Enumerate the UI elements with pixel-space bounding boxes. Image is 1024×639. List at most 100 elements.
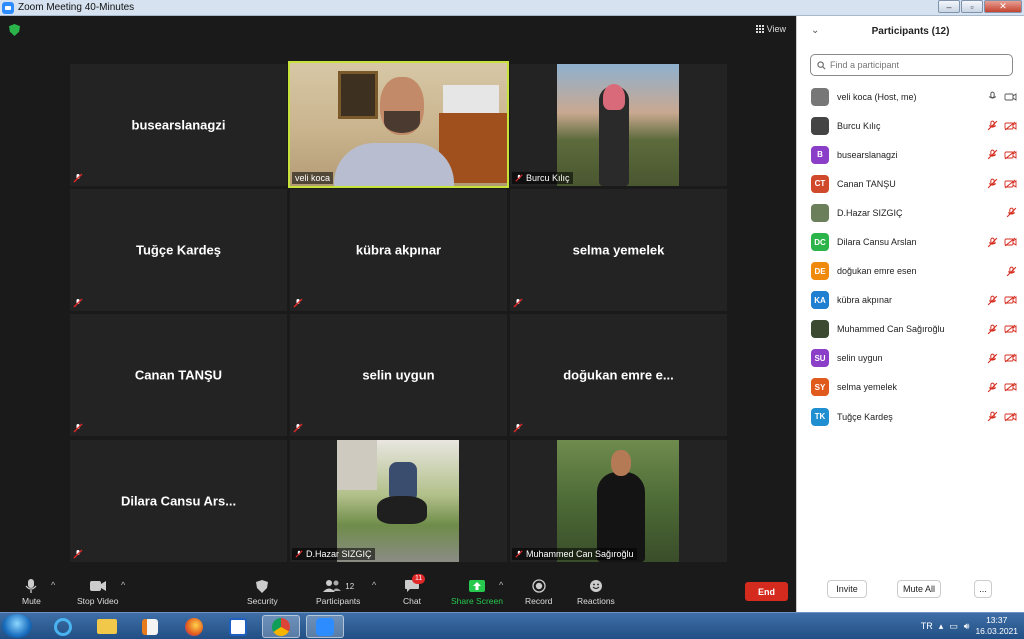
video-tile[interactable]: selin uygun [290, 314, 507, 436]
start-button-windows-icon[interactable] [2, 614, 32, 638]
video-tile[interactable]: Canan TANŞU [70, 314, 287, 436]
reactions-button[interactable]: Reactions [577, 576, 615, 606]
participants-panel: ⌄ Participants (12) veli koca (Host, me)… [796, 16, 1024, 612]
chat-button[interactable]: 11 Chat [403, 574, 426, 606]
end-meeting-button[interactable]: End [745, 582, 788, 601]
video-camera-icon[interactable] [1004, 92, 1017, 102]
participant-row[interactable]: SU selin uygun [797, 344, 1024, 373]
tile-label: veli koca [292, 172, 334, 184]
mic-muted-icon [73, 173, 83, 183]
video-tile[interactable]: selma yemelek [510, 189, 727, 311]
network-icon[interactable]: ▭ [949, 621, 958, 632]
video-off-icon[interactable] [1004, 382, 1017, 392]
stop-video-button[interactable]: Stop Video [77, 576, 118, 606]
share-screen-button[interactable]: Share Screen [451, 576, 503, 606]
video-tile[interactable]: Dilara Cansu Ars... [70, 440, 287, 562]
mic-muted-icon[interactable] [987, 178, 998, 189]
audio-options-caret-icon[interactable]: ^ [51, 580, 55, 590]
volume-icon[interactable]: 🔊︎ [964, 621, 970, 632]
share-options-caret-icon[interactable]: ^ [499, 580, 503, 590]
encryption-shield-icon[interactable] [9, 24, 20, 36]
taskbar-chrome-icon[interactable] [262, 615, 300, 638]
video-off-icon[interactable] [1004, 179, 1017, 189]
participants-button[interactable]: 12 Participants [316, 576, 360, 606]
mute-button[interactable]: Mute [22, 576, 41, 606]
participant-row[interactable]: KA kübra akpınar [797, 286, 1024, 315]
maximize-button[interactable]: ▫ [961, 0, 983, 13]
participant-search[interactable] [810, 54, 1013, 76]
mic-muted-icon[interactable] [987, 295, 998, 306]
view-button[interactable]: View [755, 24, 786, 34]
participants-count: 12 [345, 581, 355, 591]
video-off-icon[interactable] [1004, 295, 1017, 305]
mic-muted-icon[interactable] [987, 411, 998, 422]
participant-row[interactable]: DC Dilara Cansu Arslan [797, 227, 1024, 256]
video-off-icon[interactable] [1004, 237, 1017, 247]
participant-list: veli koca (Host, me) Burcu Kılıç Bbusearsl… [797, 82, 1024, 431]
avatar [811, 87, 829, 106]
minimize-button[interactable]: – [938, 0, 960, 13]
stop-video-label: Stop Video [77, 596, 119, 606]
search-input[interactable] [830, 60, 1000, 70]
video-off-icon[interactable] [1004, 412, 1017, 422]
language-indicator[interactable]: TR [921, 621, 933, 631]
mic-muted-icon[interactable] [1006, 266, 1017, 277]
mute-label: Mute [22, 596, 41, 606]
participant-video [290, 63, 507, 186]
mic-muted-icon [293, 423, 303, 433]
taskbar-zoom-icon[interactable] [306, 615, 344, 638]
participant-row[interactable]: CT Canan TANŞU [797, 169, 1024, 198]
taskbar-internet-explorer-icon[interactable] [44, 615, 82, 638]
panel-header: ⌄ Participants (12) [797, 16, 1024, 46]
participant-row[interactable]: SY selma yemelek [797, 373, 1024, 402]
mic-muted-icon[interactable] [987, 237, 998, 248]
video-tile[interactable]: busearslanagzi [70, 64, 287, 186]
taskbar-firefox-icon[interactable] [175, 615, 213, 638]
video-off-icon[interactable] [1004, 353, 1017, 363]
participant-row[interactable]: D.Hazar SIZGIÇ [797, 198, 1024, 227]
participant-row[interactable]: veli koca (Host, me) [797, 82, 1024, 111]
participant-row[interactable]: Muhammed Can Sağıroğlu [797, 315, 1024, 344]
video-off-icon[interactable] [1004, 150, 1017, 160]
show-hidden-icons-icon[interactable]: ▴ [939, 621, 944, 632]
participant-video [557, 64, 679, 186]
taskbar-security-app-icon[interactable] [219, 615, 257, 638]
tile-name: kübra akpınar [355, 242, 442, 258]
video-tile[interactable]: doğukan emre e... [510, 314, 727, 436]
video-tile[interactable]: Tuğçe Kardeş [70, 189, 287, 311]
participant-row[interactable]: TK Tuğçe Kardeş [797, 402, 1024, 431]
mic-muted-icon[interactable] [987, 149, 998, 160]
mic-muted-icon[interactable] [987, 324, 998, 335]
security-button[interactable]: Security [247, 576, 278, 606]
more-options-button[interactable]: ... [974, 580, 992, 598]
clock[interactable]: 13:37 16.03.2021 [975, 615, 1018, 637]
video-tile[interactable]: kübra akpınar [290, 189, 507, 311]
mic-muted-icon[interactable] [987, 120, 998, 131]
mic-muted-icon [515, 550, 523, 558]
participant-row[interactable]: Bbusearslanagzi [797, 140, 1024, 169]
close-button[interactable]: ✕ [984, 0, 1022, 13]
taskbar-media-player-icon[interactable] [131, 615, 169, 638]
record-label: Record [525, 596, 553, 606]
video-options-caret-icon[interactable]: ^ [121, 580, 125, 590]
record-button[interactable]: Record [525, 576, 552, 606]
participant-row[interactable]: Burcu Kılıç [797, 111, 1024, 140]
mic-muted-icon[interactable] [1006, 207, 1017, 218]
video-tile[interactable]: D.Hazar SIZGIÇ [290, 440, 507, 562]
invite-button[interactable]: Invite [827, 580, 867, 598]
microphone-icon[interactable] [987, 91, 998, 102]
video-tile-active-speaker[interactable]: veli koca [288, 61, 509, 188]
mic-muted-icon[interactable] [987, 353, 998, 364]
video-tile[interactable]: Muhammed Can Sağıroğlu [510, 440, 727, 562]
reactions-label: Reactions [577, 596, 615, 606]
taskbar-file-explorer-icon[interactable] [88, 615, 126, 638]
mute-all-button[interactable]: Mute All [897, 580, 941, 598]
participant-row[interactable]: DE doğukan emre esen [797, 257, 1024, 286]
tile-name: selma yemelek [572, 242, 665, 258]
video-tile[interactable]: Burcu Kılıç [510, 64, 727, 186]
participants-options-caret-icon[interactable]: ^ [372, 580, 376, 590]
clock-time: 13:37 [986, 615, 1008, 625]
video-off-icon[interactable] [1004, 324, 1017, 334]
mic-muted-icon[interactable] [987, 382, 998, 393]
video-off-icon[interactable] [1004, 121, 1017, 131]
